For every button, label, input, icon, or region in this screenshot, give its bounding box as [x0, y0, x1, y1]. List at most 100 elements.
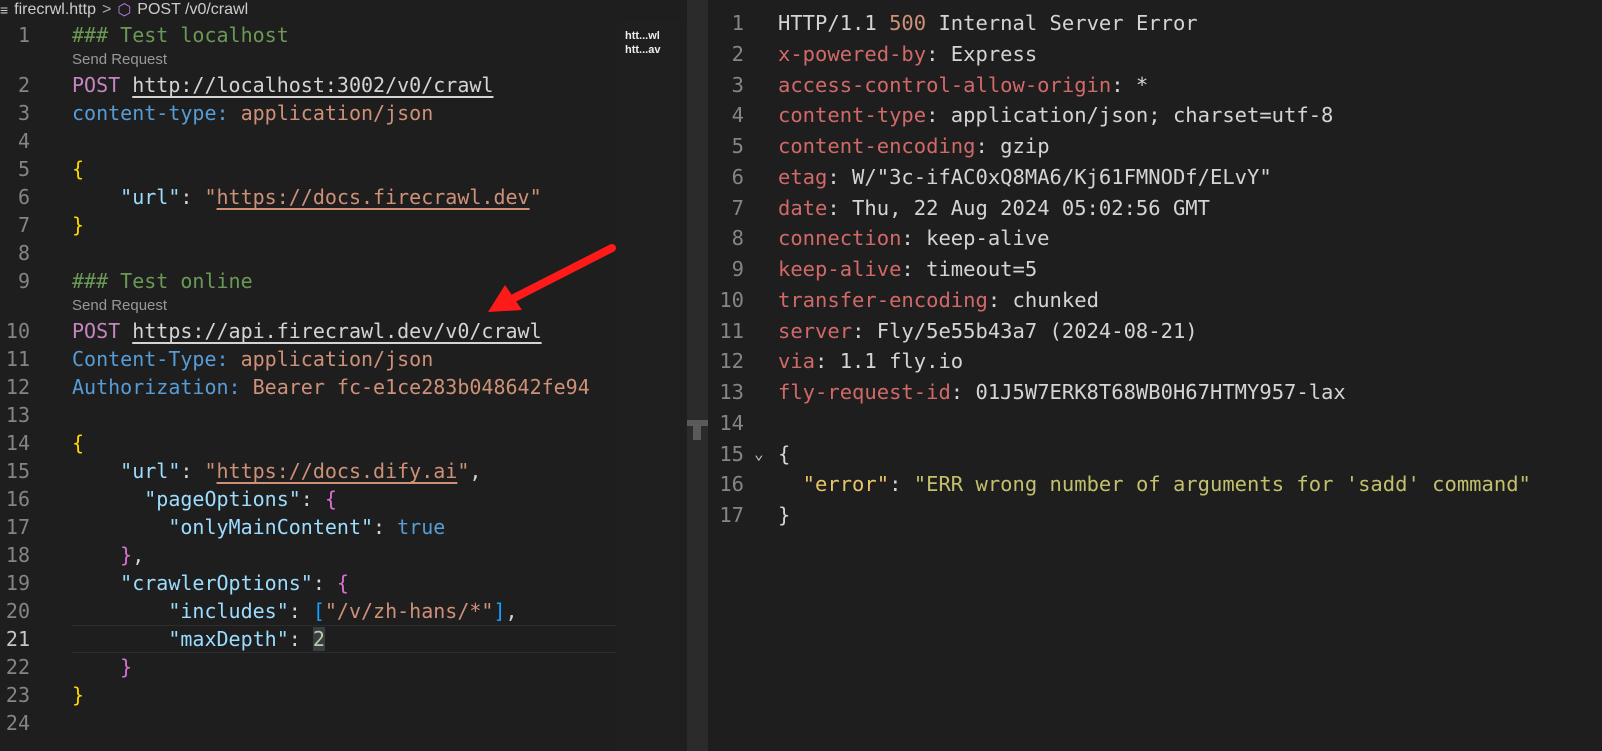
token-key: "includes" [72, 599, 289, 623]
line-number: 13 [5, 403, 30, 427]
breadcrumb-file[interactable]: firecrwl.http [14, 1, 96, 19]
code-line: 11 Content-Type: application/json [0, 345, 617, 373]
code-line: 24 [0, 709, 617, 737]
token-key: "onlyMainContent" [72, 515, 374, 539]
token-rkey: transfer-encoding [778, 287, 988, 312]
token-link[interactable]: https://docs.dify.ai [217, 459, 458, 483]
token-plain: : [180, 185, 205, 209]
code-line: 7} [0, 211, 617, 239]
line-content: { [778, 439, 790, 470]
send-request-codelens[interactable]: Send Request [0, 295, 617, 317]
code-line: 18 }, [0, 541, 617, 569]
code-line: 14 { [0, 429, 617, 457]
token-rkey: access-control-allow-origin [778, 72, 1112, 97]
token-rkey: fly-request-id [778, 380, 951, 404]
line-number: 7 [731, 195, 744, 220]
token-plain: : [288, 627, 313, 651]
token-plain: : Fly/5e55b43a7 (2024-08-21) [852, 318, 1198, 343]
token-str: " [204, 185, 217, 209]
code-line: 5{ [0, 155, 617, 183]
token-jstr: "ERR wrong number of arguments for 'sadd… [913, 472, 1531, 497]
code-line: 8 connection: keep-alive [708, 223, 1602, 254]
line-content: server: Fly/5e55b43a7 (2024-08-21) [778, 316, 1198, 347]
line-content: connection: keep-alive [778, 223, 1050, 254]
line-number: 3 [17, 101, 30, 125]
line-number: 5 [731, 134, 744, 158]
code-line: 6 etag: W/"3c-ifAC0xQ8MA6/Kj61FMNODf/ELvY… [708, 162, 1602, 193]
code-line: 15 ⌄ { [708, 439, 1602, 470]
token-b3: [ [312, 599, 325, 623]
send-request-codelens[interactable]: Send Request [0, 49, 617, 71]
token-key: "maxDepth" [72, 627, 289, 651]
code-line: 2 x-powered-by: Express [708, 39, 1602, 70]
line-content: x-powered-by: Express [778, 39, 1037, 70]
line-content: "url": "https://docs.firecrawl.dev" [72, 183, 542, 211]
token-b2: { [336, 571, 349, 595]
token-rkey: connection [778, 226, 902, 251]
token-rkey: server [778, 318, 853, 343]
line-content: fly-request-id: 01J5W7ERK8T68WB0H67HTMY9… [778, 377, 1346, 408]
line-number: 20 [5, 599, 30, 623]
code-line: 2 POST http://localhost:3002/v0/crawl [0, 71, 617, 99]
line-number: 7 [17, 213, 30, 237]
code-line: 1 HTTP/1.1 500 Internal Server Error [708, 8, 1602, 39]
token-plain: , [505, 599, 518, 623]
line-number: 3 [731, 72, 744, 97]
line-content: "url": "https://docs.dify.ai", [72, 457, 481, 485]
token-rkey: content-type [778, 103, 927, 128]
line-number: 21 [5, 627, 30, 651]
token-b1: } [72, 683, 85, 707]
token-hval: application/json [228, 101, 434, 125]
fold-chevron-icon[interactable]: ⌄ [754, 439, 764, 470]
cube-icon: ⬡ [117, 2, 132, 19]
token-str: " [529, 185, 542, 209]
breadcrumb: ≡ firecrwl.http > ⬡ POST /v0/crawl [0, 0, 248, 20]
code-line: 5 content-encoding: gzip [708, 131, 1602, 162]
line-content: Content-Type: application/json [72, 345, 433, 373]
code-line: 15 "url": "https://docs.dify.ai", [0, 457, 617, 485]
minimap-label: htt...av [625, 44, 661, 56]
line-number: 16 [5, 487, 30, 511]
minimap[interactable]: htt...wl htt...av [617, 21, 687, 751]
code-line: 17 "onlyMainContent": true [0, 513, 617, 541]
token-url[interactable]: https://api.firecrawl.dev/v0/crawl [132, 319, 541, 343]
token-plain: : * [1111, 72, 1149, 97]
line-number: 19 [5, 571, 30, 595]
line-number: 23 [5, 683, 30, 707]
line-content: }, [72, 541, 144, 569]
split-scrollbar[interactable] [687, 0, 708, 751]
code-line: 8 [0, 239, 617, 267]
line-content: content-type: application/json; charset=… [778, 100, 1333, 131]
line-number: 12 [5, 375, 30, 399]
token-url[interactable]: http://localhost:3002/v0/crawl [132, 73, 493, 97]
token-link[interactable]: https://docs.firecrawl.dev [217, 185, 530, 209]
line-number: 5 [17, 157, 30, 181]
line-content: ### Test localhost [72, 21, 289, 49]
line-content: } [72, 211, 84, 239]
code-line: 3 access-control-allow-origin: * [708, 70, 1602, 101]
code-line: 20 "includes": ["/v/zh-hans/*"], [0, 597, 617, 625]
token-str: "/v/zh-hans/*" [324, 599, 494, 623]
token-key: "url" [72, 459, 181, 483]
token-plain: : [300, 487, 325, 511]
line-content: transfer-encoding: chunked [778, 285, 1099, 316]
scrollbar-thumb[interactable] [693, 426, 701, 440]
line-number: 13 [719, 380, 744, 404]
code-line: 12 via: 1.1 fly.io [708, 346, 1602, 377]
line-content: { [72, 155, 84, 183]
token-plain: : Express [926, 41, 1038, 66]
line-number: 6 [731, 164, 744, 189]
token-plain: : keep-alive [901, 226, 1050, 251]
line-number: 16 [719, 472, 744, 497]
token-rkey: content-encoding [778, 134, 976, 158]
request-editor[interactable]: 1 ### Test localhost Send Request 2 POST htt… [0, 21, 617, 751]
breadcrumb-separator: > [101, 1, 112, 18]
code-line: 9 ### Test online [0, 267, 617, 295]
line-number: 22 [5, 655, 30, 679]
token-str: " [457, 459, 470, 483]
breadcrumb-request[interactable]: POST /v0/crawl [137, 1, 248, 19]
response-viewer[interactable]: 1 HTTP/1.1 500 Internal Server Error 2 x-po… [708, 8, 1602, 531]
token-b1: } [72, 213, 85, 237]
